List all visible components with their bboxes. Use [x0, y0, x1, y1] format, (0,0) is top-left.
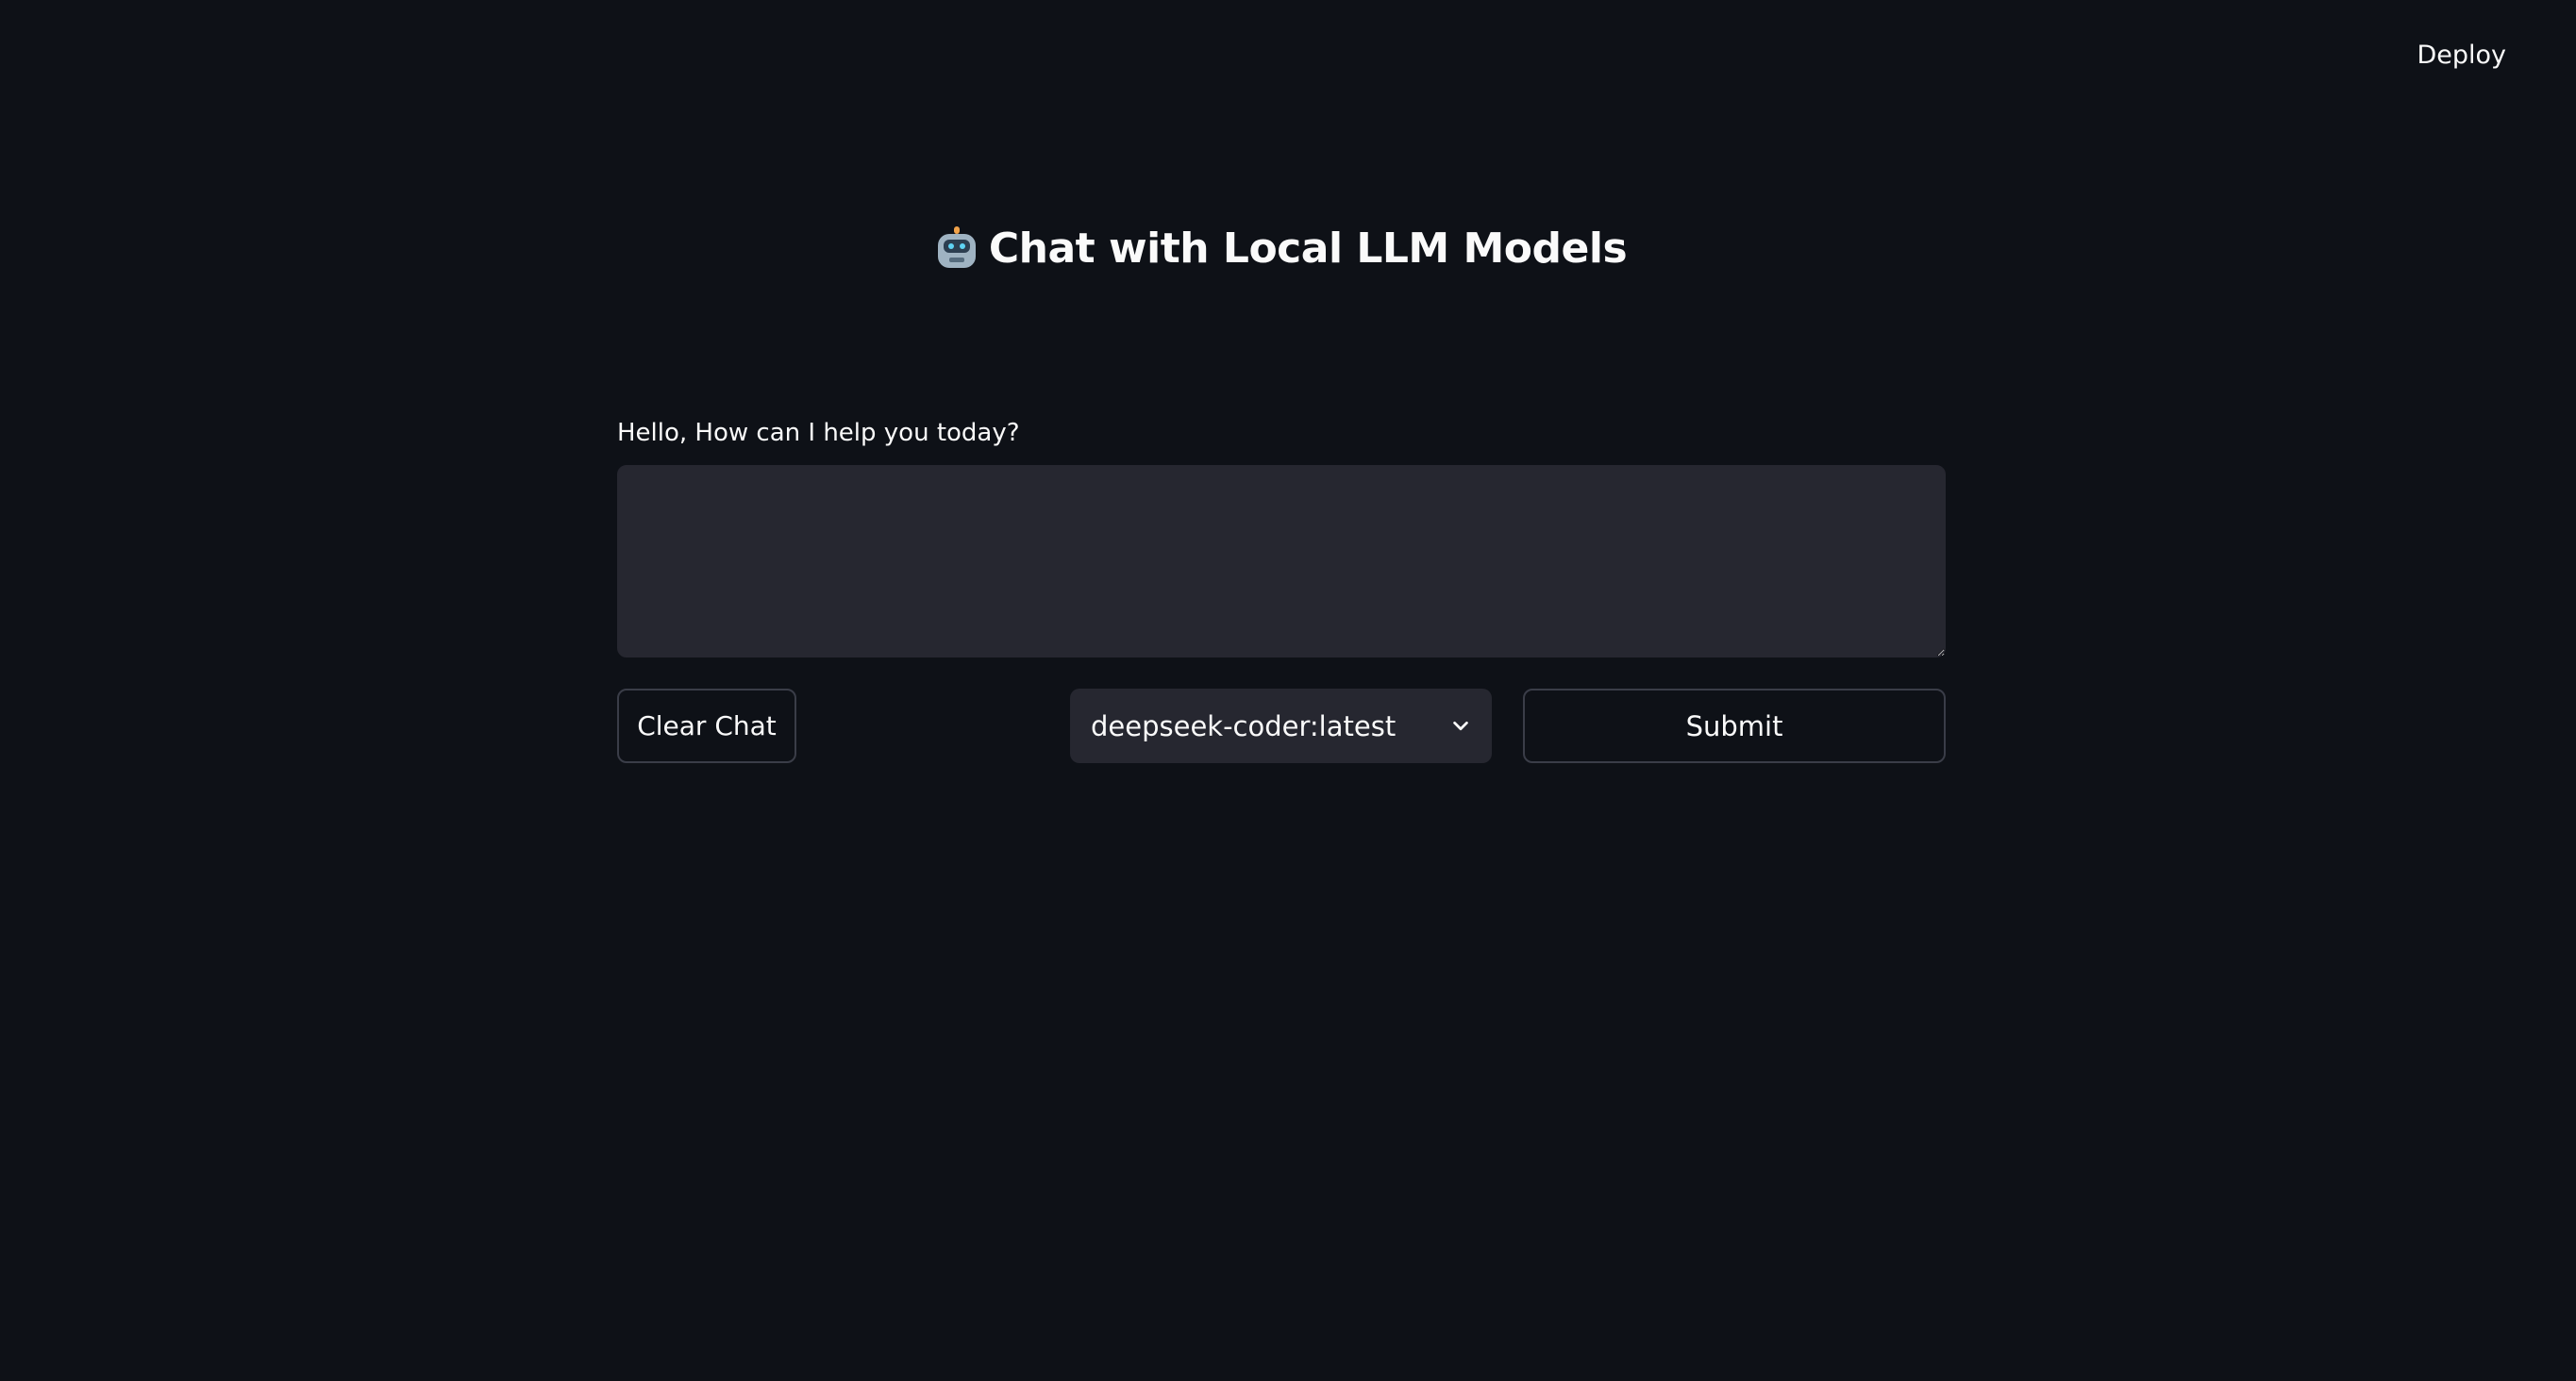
prompt-input[interactable] — [617, 465, 1946, 657]
model-select[interactable]: deepseek-coder:latest — [1070, 689, 1492, 763]
page-title: Chat with Local LLM Models — [988, 224, 1628, 273]
robot-icon — [936, 226, 978, 270]
clear-chat-button[interactable]: Clear Chat — [617, 689, 796, 763]
model-select-value: deepseek-coder:latest — [1091, 709, 1397, 742]
page-title-row: Chat with Local LLM Models — [617, 215, 1946, 281]
top-bar: Deploy — [0, 0, 2576, 108]
chevron-down-icon — [1453, 721, 1468, 730]
prompt-label: Hello, How can I help you today? — [617, 419, 1020, 447]
submit-button[interactable]: Submit — [1523, 689, 1946, 763]
deploy-button[interactable]: Deploy — [2403, 34, 2519, 77]
